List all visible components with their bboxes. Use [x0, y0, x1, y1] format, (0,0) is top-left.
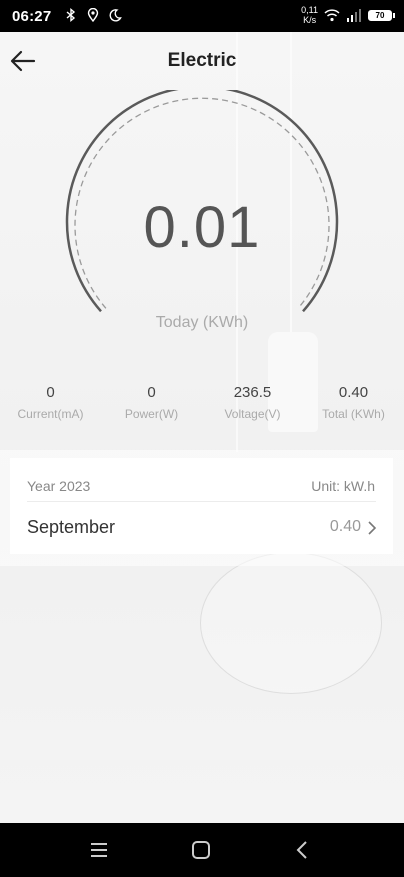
- page-title: Electric: [167, 50, 237, 71]
- menu-icon[interactable]: [86, 837, 112, 863]
- stat-value: 0: [147, 384, 156, 401]
- stat-current: 0 Current(mA): [0, 384, 101, 434]
- bluetooth-icon: [66, 8, 76, 22]
- wifi-icon: [324, 8, 340, 21]
- month-label: September: [27, 517, 116, 537]
- net-speed-value: 0,11: [301, 5, 318, 15]
- net-speed-unit: K/s: [303, 15, 317, 25]
- chevron-right-icon: [368, 521, 377, 535]
- stat-voltage: 236.5 Voltage(V): [202, 384, 303, 434]
- energy-gauge: 0.01 Today (KWh): [0, 90, 404, 340]
- back-icon[interactable]: [290, 837, 316, 863]
- status-bar: 06:27 0,11 K/s 70: [0, 0, 404, 32]
- moon-icon: [109, 9, 122, 22]
- stat-label: Voltage(V): [224, 407, 281, 421]
- month-value: 0.40: [329, 518, 361, 535]
- main-content: Electric 0.01 Today (KWh) 0 Current(mA) …: [0, 32, 404, 823]
- header: Electric: [0, 32, 404, 90]
- stat-value: 0.40: [338, 384, 369, 401]
- stat-label: Total (KWh): [322, 407, 385, 421]
- status-time: 06:27: [12, 8, 52, 25]
- stat-label: Current(mA): [17, 407, 84, 421]
- net-speed: 0,11 K/s: [301, 5, 318, 25]
- history-card: Year 2023 Unit: kW.h September 0.40: [10, 458, 393, 554]
- signal-icon: [347, 8, 361, 22]
- system-nav-bar: [0, 823, 404, 877]
- today-energy-value: 0.01: [143, 195, 261, 260]
- stat-label: Power(W): [124, 407, 179, 421]
- home-icon[interactable]: [188, 837, 214, 863]
- stat-value: 0: [46, 384, 55, 401]
- stats-row: 0 Current(mA) 0 Power(W) 236.5 Voltage(V…: [0, 384, 404, 434]
- today-energy-label: Today (KWh): [155, 314, 249, 331]
- background-bulb-image: [200, 552, 382, 694]
- month-row-september[interactable]: September 0.40: [10, 502, 393, 554]
- battery-icon: 70: [368, 9, 395, 21]
- stat-power: 0 Power(W): [101, 384, 202, 434]
- location-icon: [87, 8, 99, 22]
- history-year: Year 2023: [27, 478, 91, 494]
- stat-value: 236.5: [233, 384, 272, 401]
- history-unit: Unit: kW.h: [311, 478, 375, 494]
- stat-total: 0.40 Total (KWh): [303, 384, 404, 434]
